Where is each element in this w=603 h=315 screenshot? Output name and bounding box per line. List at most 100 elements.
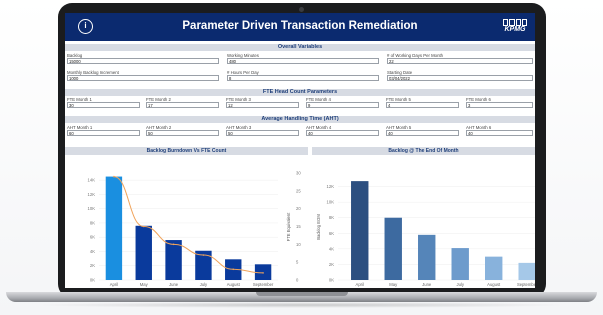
x-tick-label: August	[227, 282, 241, 287]
fte-point	[202, 254, 205, 256]
working-days-field: # of Working Days Per Month 22	[387, 53, 533, 64]
y2-tick-label: 10	[296, 242, 301, 247]
x-tick-label: September	[517, 282, 535, 287]
backlog-bar	[105, 176, 123, 280]
burndown-chart: 0K 2K 4K 6K 8K 10K 12K 14K 0 5 10 15 20 25 30 FTE Equiv…	[88, 171, 302, 288]
y-tick-label: 10K	[327, 200, 335, 205]
x-tick-label: April	[356, 282, 364, 287]
x-tick-label: May	[389, 282, 398, 287]
eom-backlog-chart: 0K 2K 4K 6K 8K 10K 12K Backlog EOM April May June J…	[316, 181, 535, 287]
aht-month-5-input[interactable]: 40	[386, 130, 459, 136]
fte-month-3-input[interactable]: 12	[226, 102, 299, 108]
fte-parameters-header: FTE Head Count Parameters	[65, 89, 535, 96]
logo-boxes	[503, 19, 527, 26]
monthly-increment-field: Monthly Backlog Increment 1000	[67, 70, 219, 81]
aht-month-6-field: AHT Month 6 40	[466, 125, 533, 136]
eom-bar	[384, 217, 402, 280]
page-title: Parameter Driven Transaction Remediation	[182, 20, 418, 32]
y-tick-label: 8K	[90, 220, 95, 225]
laptop-shadow	[30, 302, 573, 308]
y2-tick-label: 15	[296, 224, 301, 229]
working-minutes-input[interactable]: 480	[227, 58, 379, 64]
backlog-bar	[165, 240, 182, 280]
working-days-input[interactable]: 22	[387, 58, 533, 64]
y-tick-label: 0K	[329, 278, 334, 283]
starting-date-field: Starting Date 03/04/2022	[387, 70, 533, 81]
y2-axis-label: FTE Equivalent	[286, 212, 291, 241]
kpmg-logo: KPMG	[501, 19, 529, 35]
eom-bar	[484, 256, 503, 280]
backlog-bar	[135, 225, 152, 280]
aht-month-2-field: AHT Month 2 50	[146, 125, 219, 136]
app-screen: i Parameter Driven Transaction Remediati…	[65, 13, 535, 288]
fte-month-6-field: FTE Month 6 3	[466, 97, 533, 108]
y2-tick-label: 25	[296, 188, 301, 193]
y2-tick-label: 30	[296, 171, 301, 176]
eom-bar	[351, 181, 369, 280]
y-tick-label: 4K	[90, 249, 95, 254]
eom-bar	[418, 234, 436, 280]
laptop-notch	[256, 292, 348, 296]
x-tick-label: September	[253, 282, 274, 287]
y2-tick-label: 5	[296, 260, 299, 265]
y-tick-label: 12K	[327, 184, 335, 189]
aht-month-3-field: AHT Month 3 50	[226, 125, 299, 136]
fte-month-3-field: FTE Month 3 12	[226, 97, 299, 108]
fte-month-2-field: FTE Month 2 17	[146, 97, 219, 108]
x-tick-label: August	[487, 282, 501, 287]
fte-month-1-field: FTE Month 1 30	[67, 97, 140, 108]
burndown-chart-title: Backlog Burndown Vs FTE Count	[65, 147, 308, 155]
aht-month-4-field: AHT Month 4 40	[306, 125, 379, 136]
aht-header: Average Handling Time (AHT)	[65, 116, 535, 123]
aht-month-1-field: AHT Month 1 60	[67, 125, 140, 136]
y-tick-label: 10K	[88, 206, 96, 211]
working-minutes-field: Working Minutes 480	[227, 53, 379, 64]
aht-month-6-input[interactable]: 40	[466, 130, 533, 136]
monthly-increment-input[interactable]: 1000	[67, 75, 219, 81]
y2-tick-label: 0	[296, 278, 299, 283]
fte-month-4-input[interactable]: 9	[306, 102, 379, 108]
y-tick-label: 12K	[88, 192, 96, 197]
y-axis-label: Backlog EOM	[316, 214, 321, 240]
y-tick-label: 6K	[329, 231, 334, 236]
logo-text: KPMG	[504, 26, 526, 33]
x-tick-label: May	[140, 282, 149, 287]
y2-tick-label: 20	[296, 206, 301, 211]
y-tick-label: 4K	[329, 246, 334, 251]
y-tick-label: 2K	[329, 262, 334, 267]
fte-month-5-field: FTE Month 5 4	[386, 97, 459, 108]
fte-month-4-field: FTE Month 4 9	[306, 97, 379, 108]
backlog-field: Backlog 15000	[67, 53, 219, 64]
eom-bar	[451, 248, 469, 280]
y-tick-label: 14K	[88, 178, 96, 183]
aht-month-5-field: AHT Month 5 40	[386, 125, 459, 136]
aht-month-3-input[interactable]: 50	[226, 130, 299, 136]
fte-point	[113, 175, 115, 178]
fte-point	[172, 243, 175, 246]
fte-point	[232, 268, 235, 271]
x-tick-label: April	[110, 282, 118, 287]
eom-bar	[518, 262, 535, 280]
aht-month-4-input[interactable]: 40	[306, 130, 379, 136]
backlog-input[interactable]: 15000	[67, 58, 219, 64]
x-tick-label: June	[422, 282, 432, 287]
fte-month-1-input[interactable]: 30	[67, 102, 140, 108]
y-tick-label: 2K	[90, 263, 95, 268]
starting-date-input[interactable]: 03/04/2022	[387, 75, 533, 81]
aht-month-1-input[interactable]: 60	[67, 130, 140, 136]
fte-month-5-input[interactable]: 4	[386, 102, 459, 108]
fte-point	[142, 225, 145, 228]
hours-per-day-input[interactable]: 8	[227, 75, 379, 81]
fte-point	[262, 272, 264, 274]
laptop-mockup: i Parameter Driven Transaction Remediati…	[0, 0, 603, 315]
fte-month-2-input[interactable]: 17	[146, 102, 219, 108]
x-tick-label: June	[169, 282, 179, 287]
x-tick-label: July	[200, 282, 208, 287]
y-tick-label: 6K	[90, 235, 95, 240]
eom-chart-title: Backlog @ The End Of Month	[312, 147, 535, 155]
aht-month-2-input[interactable]: 50	[146, 130, 219, 136]
fte-month-6-input[interactable]: 3	[466, 102, 533, 108]
x-tick-label: July	[456, 282, 464, 287]
overall-variables-header: Overall Variables	[65, 44, 535, 51]
y-tick-label: 0K	[90, 278, 95, 283]
